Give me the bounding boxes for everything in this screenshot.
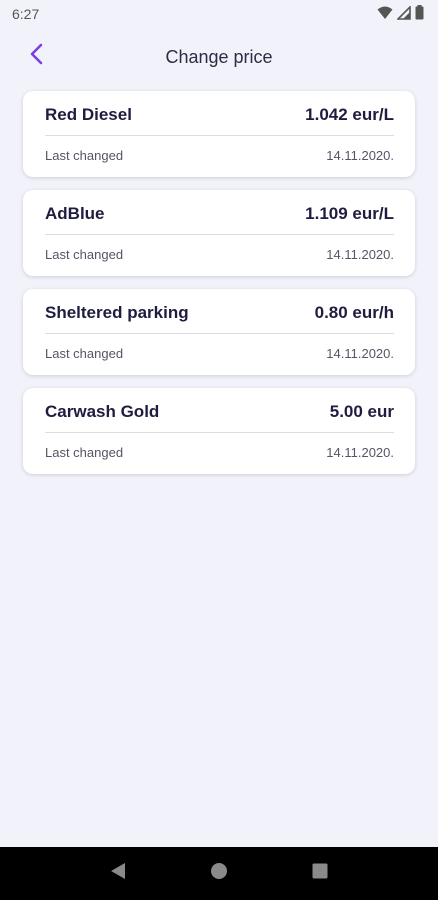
system-nav-bar xyxy=(0,847,438,900)
item-price: 1.042 eur/L xyxy=(305,105,394,124)
last-changed-date: 14.11.2020. xyxy=(326,444,394,460)
wifi-icon xyxy=(377,6,393,23)
card-header: Sheltered parking 0.80 eur/h xyxy=(45,289,394,334)
home-circle-icon xyxy=(210,862,228,885)
item-price: 1.109 eur/L xyxy=(305,204,394,223)
item-price: 5.00 eur xyxy=(329,402,394,421)
last-changed-label: Last changed xyxy=(45,444,124,460)
nav-back-button[interactable] xyxy=(103,859,133,889)
card-footer: Last changed 14.11.2020. xyxy=(45,433,394,471)
item-name: Sheltered parking xyxy=(45,303,189,322)
last-changed-date: 14.11.2020. xyxy=(326,147,394,163)
card-footer: Last changed 14.11.2020. xyxy=(45,334,394,372)
price-card-red-diesel[interactable]: Red Diesel 1.042 eur/L Last changed 14.1… xyxy=(23,91,415,177)
item-name: AdBlue xyxy=(45,204,105,223)
back-button[interactable] xyxy=(24,42,48,70)
price-card-carwash-gold[interactable]: Carwash Gold 5.00 eur Last changed 14.11… xyxy=(23,388,415,474)
price-list: Red Diesel 1.042 eur/L Last changed 14.1… xyxy=(0,86,438,474)
last-changed-label: Last changed xyxy=(45,345,124,361)
battery-icon xyxy=(415,5,424,23)
status-icons xyxy=(377,4,424,23)
item-price: 0.80 eur/h xyxy=(314,303,394,322)
price-card-sheltered-parking[interactable]: Sheltered parking 0.80 eur/h Last change… xyxy=(23,289,415,375)
nav-recents-button[interactable] xyxy=(305,859,335,889)
signal-icon xyxy=(396,4,411,23)
price-card-adblue[interactable]: AdBlue 1.109 eur/L Last changed 14.11.20… xyxy=(23,190,415,276)
page-title: Change price xyxy=(165,46,273,67)
recents-square-icon xyxy=(312,863,328,884)
card-footer: Last changed 14.11.2020. xyxy=(45,136,394,174)
last-changed-date: 14.11.2020. xyxy=(326,246,394,262)
item-name: Carwash Gold xyxy=(45,402,160,421)
back-triangle-icon xyxy=(109,861,127,886)
app-bar: Change price xyxy=(0,28,438,86)
status-bar: 6:27 xyxy=(0,0,438,28)
last-changed-label: Last changed xyxy=(45,246,124,262)
nav-home-button[interactable] xyxy=(204,859,234,889)
status-time: 6:27 xyxy=(12,6,40,22)
last-changed-date: 14.11.2020. xyxy=(326,345,394,361)
last-changed-label: Last changed xyxy=(45,147,124,163)
card-header: AdBlue 1.109 eur/L xyxy=(45,190,394,235)
card-footer: Last changed 14.11.2020. xyxy=(45,235,394,273)
card-header: Red Diesel 1.042 eur/L xyxy=(45,91,394,136)
card-header: Carwash Gold 5.00 eur xyxy=(45,388,394,433)
item-name: Red Diesel xyxy=(45,105,132,124)
chevron-left-icon xyxy=(29,43,43,70)
